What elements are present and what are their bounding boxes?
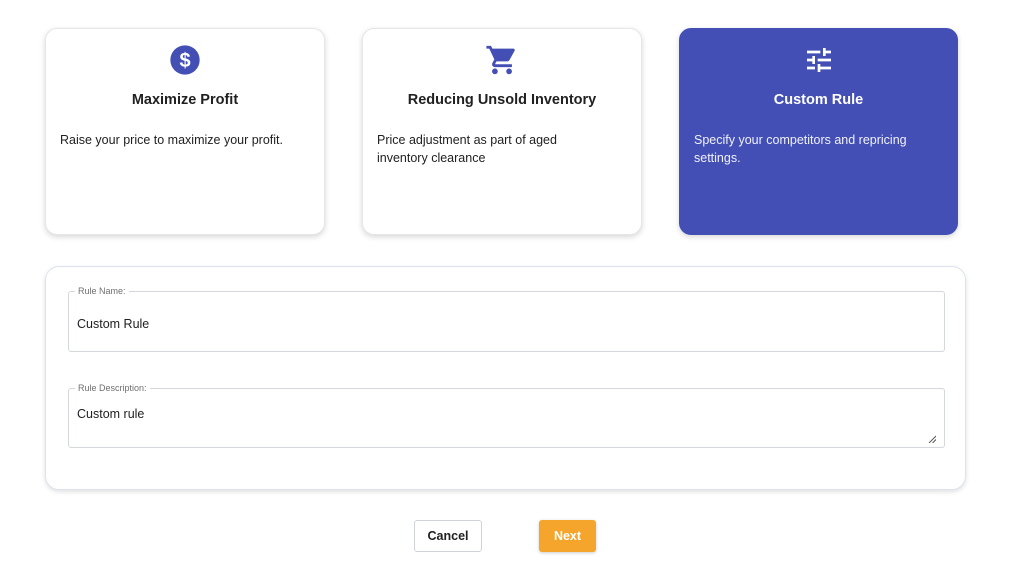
sliders-icon bbox=[802, 43, 836, 77]
card-title: Reducing Unsold Inventory bbox=[407, 92, 597, 108]
rule-name-input[interactable] bbox=[77, 317, 897, 331]
card-description: Specify your competitors and repricing s… bbox=[694, 133, 907, 165]
card-description: Raise your price to maximize your profit… bbox=[60, 133, 283, 147]
rule-description-label: Rule Description: bbox=[75, 383, 150, 394]
dollar-circle-icon: $ bbox=[168, 43, 202, 77]
svg-text:$: $ bbox=[179, 50, 190, 72]
rule-description-field[interactable]: Rule Description: Custom rule bbox=[68, 383, 945, 448]
strategy-card-maximize-profit[interactable]: $ Maximize Profit Raise your price to ma… bbox=[45, 28, 325, 235]
card-description: Price adjustment as part of aged invento… bbox=[377, 133, 557, 165]
rule-name-field[interactable]: Rule Name: bbox=[68, 286, 945, 352]
shopping-cart-icon bbox=[485, 43, 519, 77]
strategy-card-custom-rule[interactable]: Custom Rule Specify your competitors and… bbox=[679, 28, 958, 235]
next-button[interactable]: Next bbox=[539, 520, 596, 552]
card-title: Maximize Profit bbox=[131, 92, 239, 108]
cancel-button[interactable]: Cancel bbox=[414, 520, 482, 552]
rule-description-textarea[interactable]: Custom rule bbox=[77, 407, 934, 439]
resize-handle-icon[interactable] bbox=[928, 430, 937, 444]
rule-form-panel: Rule Name: Rule Description: Custom rule bbox=[45, 266, 966, 490]
rule-name-label: Rule Name: bbox=[75, 286, 129, 297]
card-title: Custom Rule bbox=[773, 92, 864, 108]
strategy-card-reducing-unsold-inventory[interactable]: Reducing Unsold Inventory Price adjustme… bbox=[362, 28, 642, 235]
